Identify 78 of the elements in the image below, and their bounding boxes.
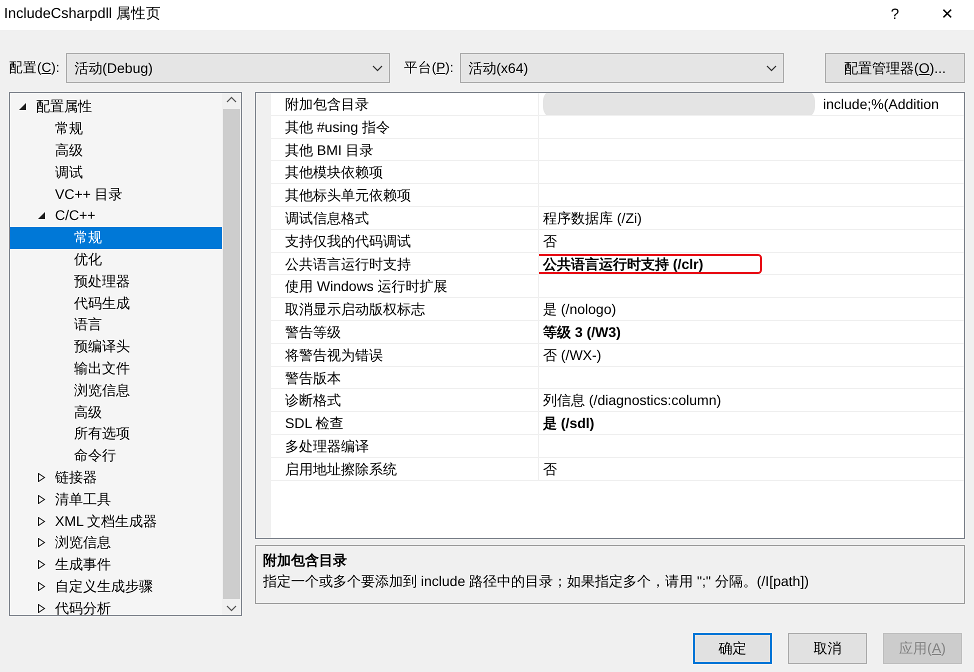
tree-item[interactable]: 链接器 — [10, 466, 222, 488]
tree-item[interactable]: 清单工具 — [10, 488, 222, 510]
collapsed-triangle-icon[interactable] — [37, 582, 46, 591]
tree-item[interactable]: XML 文档生成器 — [10, 510, 222, 532]
description-title: 附加包含目录 — [263, 551, 348, 570]
property-name: 诊断格式 — [271, 389, 539, 412]
tree-item[interactable]: 常规 — [10, 226, 222, 249]
tree-item[interactable]: 自定义生成步骤 — [10, 576, 222, 598]
property-value[interactable]: include;%(Addition — [823, 93, 939, 115]
property-name: 附加包含目录 — [271, 93, 539, 115]
scroll-up-icon[interactable] — [226, 96, 237, 104]
property-name: 其他标头单元依赖项 — [271, 184, 539, 206]
property-name: 支持仅我的代码调试 — [271, 230, 539, 252]
property-value[interactable]: 列信息 (/diagnostics:column) — [543, 389, 722, 412]
expanded-triangle-icon[interactable] — [37, 211, 46, 220]
dialog-button[interactable]: 确定 — [693, 633, 772, 664]
property-name: 警告等级 — [271, 320, 539, 343]
tree-item[interactable]: 语言 — [10, 314, 222, 336]
tree-item[interactable]: C/C++ — [10, 204, 222, 227]
configuration-dropdown[interactable]: 活动(Debug) — [66, 53, 390, 83]
property-value[interactable]: 否 — [543, 458, 557, 480]
property-name: SDL 检查 — [271, 412, 539, 434]
collapsed-triangle-icon[interactable] — [37, 516, 46, 526]
property-name: 取消显示启动版权标志 — [271, 298, 539, 320]
tree-item[interactable]: 高级 — [10, 140, 222, 162]
dialog-button[interactable]: 取消 — [788, 633, 867, 664]
platform-dropdown[interactable]: 活动(x64) — [460, 53, 784, 83]
property-name: 调试信息格式 — [271, 206, 539, 229]
property-value[interactable]: 程序数据库 (/Zi) — [543, 206, 642, 229]
tree-item[interactable]: 代码生成 — [10, 292, 222, 314]
tree-item[interactable]: VC++ 目录 — [10, 183, 222, 205]
platform-label: 平台(P): — [404, 58, 454, 77]
tree-item[interactable]: 生成事件 — [10, 554, 222, 576]
property-name: 启用地址擦除系统 — [271, 458, 539, 480]
property-name: 警告版本 — [271, 366, 539, 388]
property-name: 其他模块依赖项 — [271, 161, 539, 184]
tree-item[interactable]: 代码分析 — [10, 597, 222, 615]
property-name: 公共语言运行时支持 — [271, 252, 539, 274]
collapsed-triangle-icon[interactable] — [37, 494, 46, 504]
property-value[interactable]: 是 (/nologo) — [543, 298, 616, 320]
tree-item[interactable]: 预编译头 — [10, 336, 222, 358]
property-value[interactable]: 是 (/sdl) — [543, 412, 594, 434]
window-title: IncludeCsharpdll 属性页 — [4, 5, 162, 24]
expanded-triangle-icon[interactable] — [18, 102, 27, 112]
configuration-manager-button[interactable]: 配置管理器(O)... — [825, 53, 965, 83]
tree-item[interactable]: 调试 — [10, 161, 222, 184]
scroll-down-icon[interactable] — [226, 604, 237, 612]
property-name: 使用 Windows 运行时扩展 — [271, 275, 539, 298]
property-value[interactable]: 否 — [543, 230, 557, 252]
collapsed-triangle-icon[interactable] — [37, 560, 46, 570]
tree-item[interactable]: 预处理器 — [10, 270, 222, 292]
tree-item[interactable]: 配置属性 — [10, 96, 222, 118]
tree-item[interactable]: 浏览信息 — [10, 379, 222, 402]
description-text: 指定一个或多个要添加到 include 路径中的目录；如果指定多个，请用 ";" 分隔。(/I[path]) — [263, 572, 810, 591]
collapsed-triangle-icon[interactable] — [37, 604, 46, 613]
collapsed-triangle-icon[interactable] — [37, 472, 46, 482]
tree-item[interactable]: 所有选项 — [10, 422, 222, 445]
tree-item[interactable]: 高级 — [10, 401, 222, 423]
configuration-label: 配置(C): — [9, 58, 60, 77]
tree-item[interactable]: 浏览信息 — [10, 532, 222, 554]
tree-item[interactable]: 命令行 — [10, 444, 222, 467]
property-name: 其他 BMI 目录 — [271, 138, 539, 160]
property-value[interactable]: 否 (/WX-) — [543, 344, 602, 366]
property-value[interactable]: 等级 3 (/W3) — [543, 320, 621, 343]
tree-item[interactable]: 常规 — [10, 118, 222, 140]
property-name: 其他 #using 指令 — [271, 116, 539, 138]
property-value[interactable]: 公共语言运行时支持 (/clr) — [543, 252, 704, 274]
collapsed-triangle-icon[interactable] — [37, 538, 46, 548]
scrollbar-thumb[interactable] — [223, 109, 240, 599]
help-button[interactable]: ? — [872, 4, 918, 26]
property-name: 将警告视为错误 — [271, 344, 539, 366]
scrollbar[interactable] — [222, 93, 241, 615]
tree-item[interactable]: 输出文件 — [10, 358, 222, 380]
tree-item[interactable]: 优化 — [10, 248, 222, 270]
property-name: 多处理器编译 — [271, 434, 539, 457]
chevron-icon — [372, 64, 384, 72]
close-button[interactable]: ✕ — [924, 4, 971, 26]
chevron-icon — [766, 64, 778, 72]
